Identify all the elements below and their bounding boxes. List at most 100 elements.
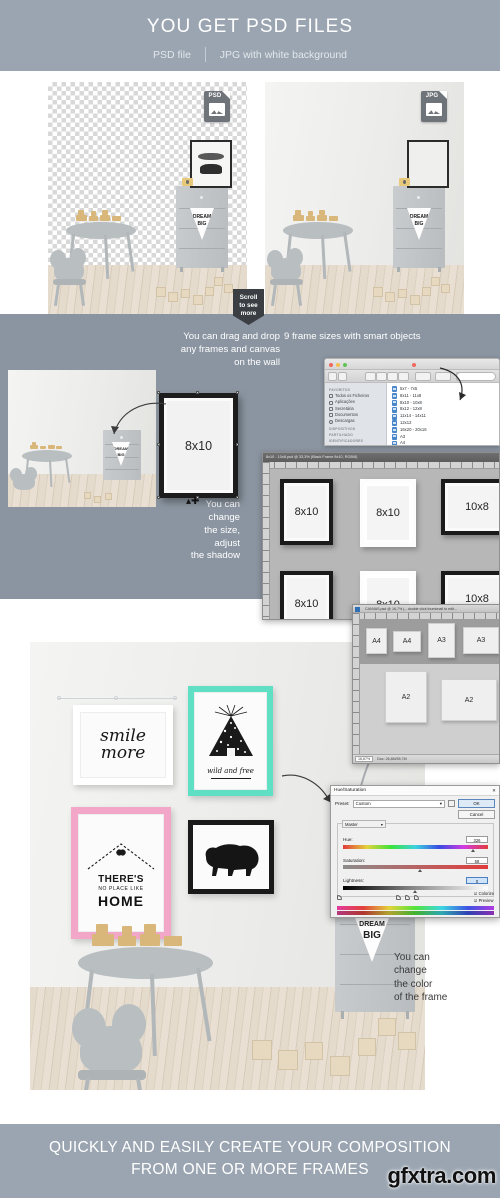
hue-slider[interactable] — [343, 844, 488, 852]
art-frame-black-bear[interactable] — [188, 820, 274, 894]
caption-frame-sizes: 9 frame sizes with smart objects — [284, 331, 421, 342]
finder-window[interactable]: FAVORITOS Todos os Ficheiros Aplicações … — [324, 358, 500, 446]
sidebar-item-downloads[interactable]: Descargas — [329, 418, 383, 424]
canvas-a2-1[interactable]: A2 — [385, 671, 427, 723]
forward-button[interactable] — [338, 372, 347, 381]
art-frame-white-smile-more[interactable]: smile more — [73, 705, 173, 785]
photoshop-canvas-titlebar[interactable]: CANVAS.psd @ 16,7% (-- double click thum… — [353, 605, 499, 613]
caption-change-color-line-2: change — [394, 965, 427, 977]
print-caption: wild and free — [207, 766, 254, 775]
art-frame-mint-wild-and-free[interactable]: wild and free — [188, 686, 273, 796]
file-name: 8x12 - 12x8 — [400, 406, 422, 412]
lightness-slider[interactable] — [343, 885, 488, 893]
eyedropper-subtract-icon[interactable] — [414, 895, 420, 901]
frame-preview-black-10x8[interactable]: 10x8 — [441, 479, 499, 535]
apps-icon — [329, 400, 333, 405]
canvas-a4-1[interactable]: A4 — [366, 628, 387, 654]
arrow-to-wall-icon — [111, 402, 167, 435]
downloads-icon — [329, 419, 333, 424]
canvas-a3-1[interactable]: A3 — [428, 623, 455, 658]
hue-value-input[interactable]: 326 — [466, 836, 488, 843]
canvas-a3-2[interactable]: A3 — [463, 627, 499, 654]
saturation-slider[interactable] — [343, 865, 488, 872]
canvas-a4-2[interactable]: A4 — [393, 631, 421, 652]
preview-checkbox[interactable]: ☑ Preview — [474, 898, 494, 904]
frame-preview-white-8x10[interactable]: 8x10 — [360, 479, 416, 547]
header-subtitle-left: PSD file — [152, 48, 191, 61]
finder-body: FAVORITOS Todos os Ficheiros Aplicações … — [325, 383, 499, 445]
eyedropper-sample-icon[interactable] — [396, 895, 402, 901]
view-list-button[interactable] — [376, 372, 387, 381]
view-icon-button[interactable] — [365, 372, 376, 381]
file-list-item[interactable]: A4 — [392, 440, 499, 445]
file-list-item[interactable]: 11x14 - 14x11 — [392, 413, 499, 420]
canvas-a2-2[interactable]: A2 — [441, 679, 497, 721]
poster-page: YOU GET PSD FILES PSD file JPG with whit… — [0, 0, 500, 1198]
close-icon[interactable]: ✕ — [492, 788, 496, 794]
spectrum-bar-bottom — [337, 911, 494, 915]
eyedropper-icon[interactable] — [337, 895, 342, 901]
hue-saturation-dialog[interactable]: Hue/Saturation ✕ Preset: Custom ▾ OK Can… — [330, 785, 500, 918]
file-name: A3 — [400, 433, 406, 439]
frame-preview-black-8x10-2[interactable]: 8x10 — [280, 571, 333, 619]
file-list-item[interactable]: 16x20 - 20x16 — [392, 427, 499, 434]
house-roof-icon — [87, 842, 155, 869]
jpg-badge-label: JPG — [425, 93, 439, 99]
sidebar-group-tags: IDENTIFICADORES — [329, 438, 364, 443]
art-frame-pink-home[interactable]: THERE'S NO PLACE LIKE HOME — [71, 807, 171, 939]
cancel-button[interactable]: Cancel — [458, 810, 495, 819]
psd-file-icon — [392, 393, 397, 400]
chevron-down-icon: ▾ — [380, 821, 383, 827]
ok-button[interactable]: OK — [458, 799, 495, 808]
move-cursor-icon: ▴✚ — [186, 496, 200, 507]
draggable-frame-8x10[interactable]: 8x10 — [159, 393, 238, 498]
view-cover-button[interactable] — [398, 372, 409, 381]
file-list-item[interactable]: A3 — [392, 434, 499, 441]
finder-titlebar[interactable] — [325, 359, 499, 370]
watermark: gfxtra.com — [387, 1163, 497, 1188]
canvas-label: A4 — [402, 638, 412, 645]
dialog-footer: ☑ Colorize ☑ Preview — [337, 891, 494, 904]
canvas-window-title-text: CANVAS.psd @ 16,7% (-- double click thum… — [365, 606, 457, 611]
eyedropper-add-icon[interactable] — [405, 895, 411, 901]
photoshop-frames-titlebar[interactable]: 8x10 - 10x8.psd @ 33,3% (Black Frame 8x1… — [263, 453, 499, 462]
psd-file-icon — [392, 433, 397, 440]
file-list-item[interactable]: 12x12 — [392, 420, 499, 427]
photoshop-canvas-window[interactable]: CANVAS.psd @ 16,7% (-- double click thum… — [352, 604, 500, 764]
caption-change-size-line-5: the shadow — [190, 550, 240, 562]
view-column-button[interactable] — [387, 372, 398, 381]
finder-sidebar[interactable]: FAVORITOS Todos os Ficheiros Aplicações … — [325, 383, 387, 445]
chevron-down-icon: ▾ — [439, 800, 442, 806]
action-gear-button[interactable] — [415, 372, 431, 381]
minimize-icon[interactable] — [336, 362, 340, 367]
canvas-label: A3 — [437, 637, 446, 644]
frame-label: 10x8 — [465, 501, 489, 513]
arrow-to-finder-icon — [439, 367, 466, 401]
psd-file-icon — [392, 427, 397, 434]
back-button[interactable] — [328, 372, 337, 381]
wall-art-framed-empty — [407, 140, 449, 188]
record-dot-icon — [412, 362, 416, 367]
wooden-train-toy — [30, 441, 62, 450]
file-name: 8x10 - 10x8 — [400, 399, 422, 405]
psd-file-badge: PSD — [204, 91, 230, 122]
preset-value: Custom — [355, 801, 371, 806]
play-table — [283, 222, 353, 239]
zoom-level[interactable]: 16,67% — [355, 756, 374, 762]
zoom-icon[interactable] — [343, 362, 347, 367]
sidebar-group-shared: PARTILHADO — [329, 432, 353, 437]
close-icon[interactable] — [329, 362, 333, 367]
header-band: YOU GET PSD FILES PSD file JPG with whit… — [0, 0, 500, 71]
photoshop-frames-window[interactable]: 8x10 - 10x8.psd @ 33,3% (Black Frame 8x1… — [262, 452, 500, 620]
dialog-title: Hue/Saturation — [334, 788, 366, 793]
saturation-value-input[interactable]: 58 — [466, 856, 488, 864]
preset-select[interactable]: Custom ▾ — [352, 799, 445, 808]
finder-toolbar[interactable] — [325, 370, 499, 383]
lightness-value-input[interactable]: 0 — [466, 877, 488, 884]
frame-label: 8x10 — [294, 506, 319, 518]
preset-menu-icon[interactable] — [448, 800, 455, 807]
cancel-row: Cancel — [331, 808, 499, 819]
frame-preview-black-8x10[interactable]: 8x10 — [280, 479, 333, 545]
dialog-titlebar[interactable]: Hue/Saturation ✕ — [331, 786, 499, 796]
channel-select[interactable]: Master ▾ — [342, 820, 386, 828]
